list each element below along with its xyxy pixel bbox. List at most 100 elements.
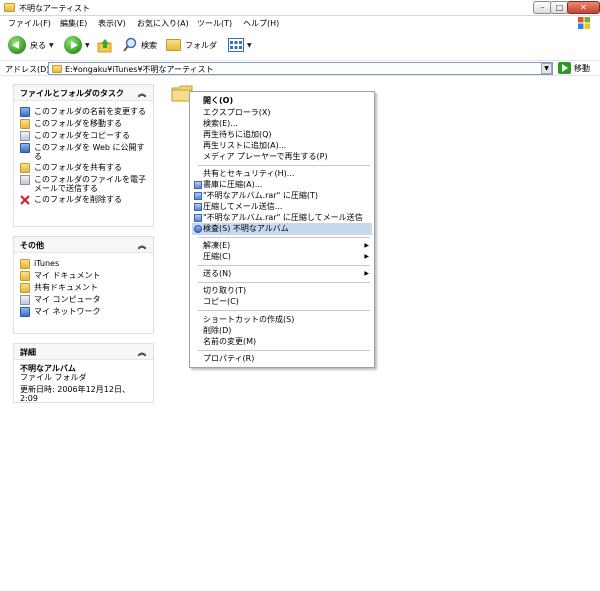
up-folder-icon <box>97 39 112 53</box>
winrar-icon <box>194 192 202 200</box>
up-folder-button[interactable] <box>97 35 113 55</box>
place-my-documents-label: マイ ドキュメント <box>34 271 101 280</box>
task-copy-label: このフォルダをコピーする <box>34 131 130 140</box>
place-my-network[interactable]: マイ ネットワーク <box>20 307 147 317</box>
collapse-chevron-icon[interactable]: ︽ <box>138 88 146 99</box>
details-title: 詳細 <box>20 348 36 357</box>
other-places-pane: その他 ︽ iTunes マイ ドキュメント 共有ドキュメント マイ コンピュー… <box>13 236 154 334</box>
ctx-compress-label: 圧縮(C) <box>203 252 231 261</box>
forward-arrow-icon <box>64 36 82 54</box>
network-icon <box>20 307 30 317</box>
search-label: 検索 <box>141 40 157 50</box>
address-value: E:¥ongaku¥iTunes¥不明なアーティスト <box>65 65 214 74</box>
globe-icon <box>20 143 30 153</box>
views-button[interactable]: ▼ <box>228 35 252 55</box>
submenu-arrow-icon: ▶ <box>364 253 369 260</box>
my-documents-icon <box>20 271 30 281</box>
place-my-computer[interactable]: マイ コンピュータ <box>20 295 147 305</box>
context-menu: 開く(O) エクスプローラ(X) 検索(E)... 再生待ちに追加(Q) 再生リ… <box>189 91 375 368</box>
search-button[interactable]: 検索 <box>122 35 157 55</box>
ctx-play-media[interactable]: メディア プレーヤーで再生する(P) <box>192 151 372 163</box>
collapse-chevron-icon[interactable]: ︽ <box>138 240 146 251</box>
address-input[interactable]: E:¥ongaku¥iTunes¥不明なアーティスト <box>48 62 553 75</box>
ctx-copy[interactable]: コピー(C) <box>192 296 372 308</box>
ctx-send-to[interactable]: 送る(N) ▶ <box>192 268 372 280</box>
ctx-separator <box>198 237 370 238</box>
views-icon <box>228 38 244 52</box>
place-my-network-label: マイ ネットワーク <box>34 307 101 316</box>
ctx-separator <box>198 310 370 311</box>
task-share[interactable]: このフォルダを共有する <box>20 163 147 173</box>
task-copy[interactable]: このフォルダをコピーする <box>20 131 147 141</box>
task-publish-web[interactable]: このフォルダを Web に公開する <box>20 143 147 161</box>
place-shared-documents[interactable]: 共有ドキュメント <box>20 283 147 293</box>
address-dropdown-icon[interactable]: ▼ <box>541 63 552 74</box>
ctx-scan-label: 検査(S) 不明なアルバム <box>203 224 289 233</box>
ctx-separator <box>198 265 370 266</box>
other-places-header[interactable]: その他 ︽ <box>14 237 153 253</box>
chevron-down-icon[interactable]: ▼ <box>247 42 252 49</box>
task-delete[interactable]: このフォルダを削除する <box>20 195 147 205</box>
delete-icon <box>20 195 30 205</box>
task-rename[interactable]: このフォルダの名前を変更する <box>20 107 147 117</box>
back-label: 戻る <box>30 40 46 50</box>
copy-icon <box>20 131 30 141</box>
folders-label: フォルダ <box>185 40 217 50</box>
task-move[interactable]: このフォルダを移動する <box>20 119 147 129</box>
folder-icon <box>20 259 30 269</box>
ctx-separator <box>198 350 370 351</box>
antivirus-icon <box>194 225 202 233</box>
ctx-open[interactable]: 開く(O) <box>192 95 372 107</box>
go-label: 移動 <box>574 63 590 73</box>
go-arrow-icon <box>558 62 571 74</box>
folder-icon <box>4 3 15 12</box>
address-label: アドレス(D) <box>5 65 50 74</box>
tasks-pane-header[interactable]: ファイルとフォルダのタスク ︽ <box>14 85 153 101</box>
ctx-send-to-label: 送る(N) <box>203 269 232 278</box>
task-share-label: このフォルダを共有する <box>34 163 122 172</box>
task-email[interactable]: このフォルダのファイルを電子メールで送信する <box>20 175 147 193</box>
menu-tools[interactable]: ツール(T) <box>197 18 232 29</box>
ctx-rename[interactable]: 名前の変更(M) <box>192 336 372 348</box>
forward-button[interactable]: ▼ <box>64 35 90 55</box>
close-button[interactable]: ✕ <box>567 1 600 14</box>
shared-folder-icon <box>20 283 30 293</box>
ctx-properties[interactable]: プロパティ(R) <box>192 353 372 365</box>
chevron-down-icon[interactable]: ▼ <box>49 42 54 49</box>
task-move-label: このフォルダを移動する <box>34 119 122 128</box>
menu-help[interactable]: ヘルプ(H) <box>243 18 279 29</box>
search-icon <box>123 37 137 52</box>
menu-file[interactable]: ファイル(F) <box>8 18 51 29</box>
ctx-extract-label: 解凍(E) <box>203 241 231 250</box>
menu-edit[interactable]: 編集(E) <box>60 18 87 29</box>
chevron-down-icon[interactable]: ▼ <box>85 42 90 49</box>
tasks-pane: ファイルとフォルダのタスク ︽ このフォルダの名前を変更する このフォルダを移動… <box>13 84 154 227</box>
ctx-separator <box>198 282 370 283</box>
menu-view[interactable]: 表示(V) <box>98 18 126 29</box>
menu-favorites[interactable]: お気に入り(A) <box>137 18 189 29</box>
task-publish-web-label: このフォルダを Web に公開する <box>34 143 145 161</box>
go-button[interactable]: 移動 <box>558 62 590 74</box>
back-button[interactable]: 戻る ▼ <box>8 35 54 55</box>
computer-icon <box>20 295 30 305</box>
ctx-compress[interactable]: 圧縮(C) ▶ <box>192 251 372 263</box>
folders-button[interactable]: フォルダ <box>166 35 217 55</box>
place-my-computer-label: マイ コンピュータ <box>34 295 101 304</box>
ctx-archive-rar-email-label: "不明なアルバム.rar" に圧縮してメール送信 <box>203 213 363 222</box>
email-icon <box>20 175 30 185</box>
task-delete-label: このフォルダを削除する <box>34 195 122 204</box>
ctx-scan[interactable]: 検査(S) 不明なアルバム <box>192 223 372 235</box>
details-modified: 更新日時: 2006年12月12日、2:09 <box>20 385 130 403</box>
other-places-title: その他 <box>20 241 44 250</box>
back-arrow-icon <box>8 36 26 54</box>
task-email-label: このフォルダのファイルを電子メールで送信する <box>34 175 146 193</box>
address-bar: アドレス(D) E:¥ongaku¥iTunes¥不明なアーティスト ▼ 移動 <box>0 60 600 76</box>
details-header[interactable]: 詳細 ︽ <box>14 344 153 360</box>
task-rename-label: このフォルダの名前を変更する <box>34 107 146 116</box>
move-icon <box>20 119 30 129</box>
collapse-chevron-icon[interactable]: ︽ <box>138 347 146 358</box>
winrar-icon <box>194 214 202 222</box>
place-my-documents[interactable]: マイ ドキュメント <box>20 271 147 281</box>
folder-icon <box>166 39 181 51</box>
place-itunes[interactable]: iTunes <box>20 259 147 269</box>
